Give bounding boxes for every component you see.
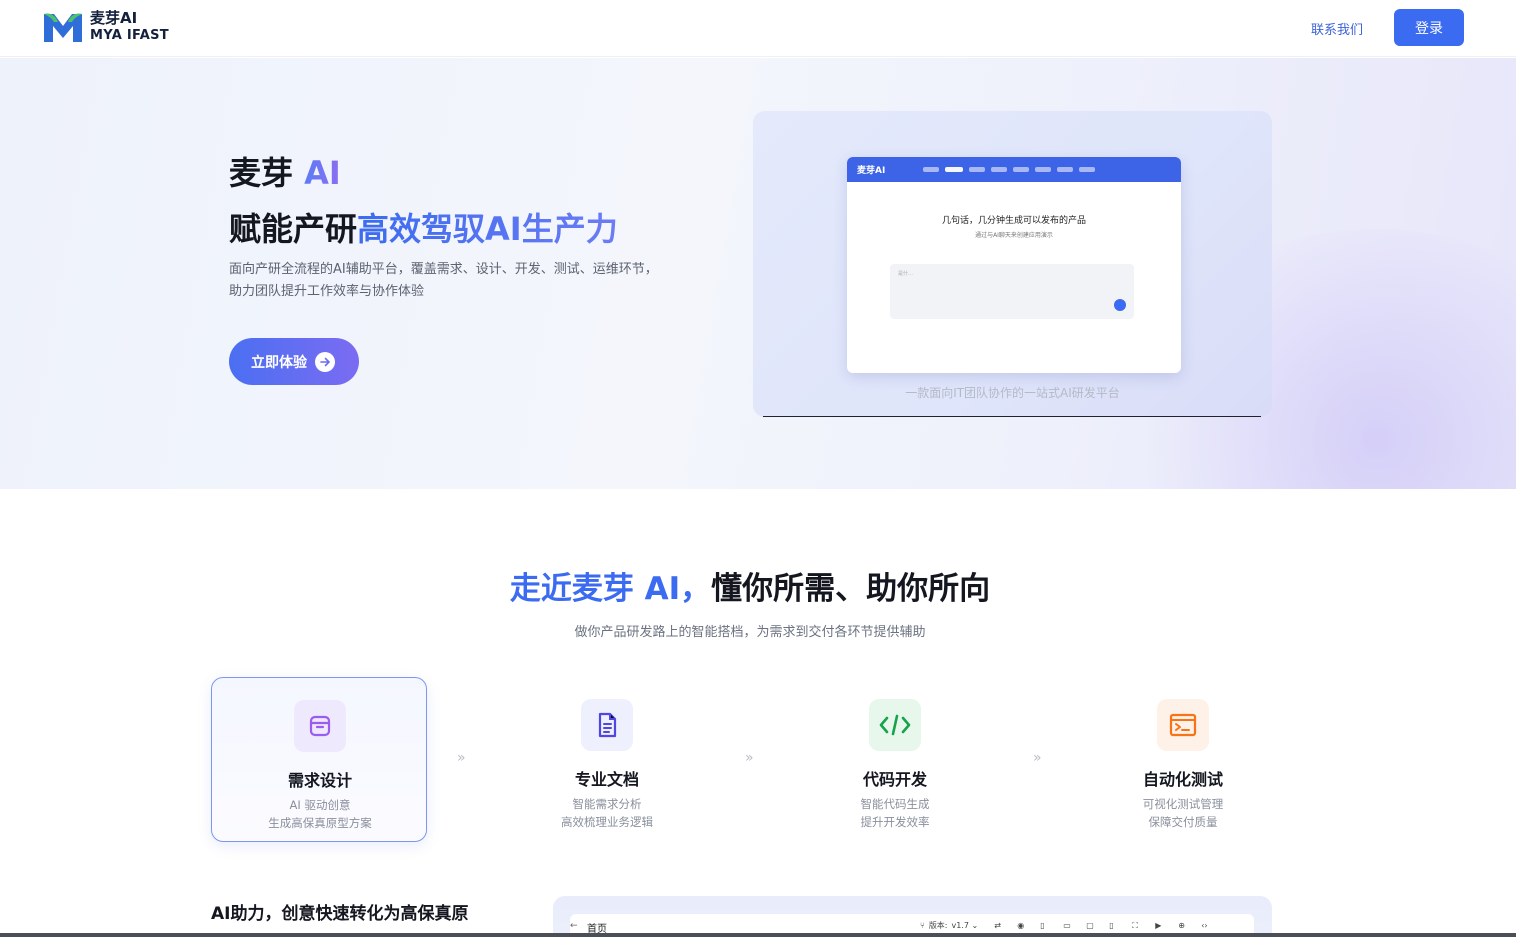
logo-icon <box>44 13 82 42</box>
brand-logo[interactable]: 麦芽AI MYA IFAST <box>42 10 169 44</box>
section-title-highlight: 走近麦芽 AI， <box>509 571 712 607</box>
try-now-button[interactable]: 立即体验 <box>229 338 359 385</box>
feature-title: 专业文档 <box>574 770 639 789</box>
preview-nav-item <box>1079 167 1096 172</box>
branch-icon: ⑂ <box>920 921 925 930</box>
hero-section: 麦芽 AI 赋能产研高效驾驭AI生产力 面向产研全流程的AI辅助平台，覆盖需求、… <box>0 58 1516 489</box>
back-arrow-icon[interactable]: ← <box>570 921 578 931</box>
window-bottom-edge <box>0 933 1516 937</box>
divider <box>763 416 1261 417</box>
arrow-right-icon <box>315 351 335 372</box>
preview-caption: 一款面向IT团队协作的一站式AI研发平台 <box>905 386 1120 400</box>
feature-desc: 提升开发效率 <box>860 815 930 829</box>
hero-tagline: 赋能产研高效驾驭AI生产力 <box>229 204 618 250</box>
file-icon[interactable]: ▯ <box>1040 921 1049 930</box>
toolbar-actions: ⑂ 版本: v1.7 ⌄ ⇄ ◉ ▯ ▭ ▢ ▯ ⛶ ▶ ⊕ ‹› <box>920 920 1224 931</box>
code-icon <box>869 699 921 751</box>
hero-description: 面向产研全流程的AI辅助平台，覆盖需求、设计、开发、测试、运维环节， 助力团队提… <box>229 259 709 303</box>
prototype-section-heading: AI助力，创意快速转化为高保真原 <box>211 904 469 924</box>
document-icon <box>581 699 633 751</box>
feature-title: 代码开发 <box>862 770 927 789</box>
chevron-right-icon: » <box>457 750 466 766</box>
preview-nav-item <box>945 167 964 172</box>
try-now-label: 立即体验 <box>251 354 307 371</box>
hero-title: 麦芽 AI <box>229 148 341 194</box>
feature-card-docs[interactable]: 专业文档 智能需求分析 高效梳理业务逻辑 <box>499 677 715 842</box>
chevron-right-icon: » <box>745 750 754 766</box>
swap-icon[interactable]: ⇄ <box>994 921 1003 930</box>
preview-nav-item <box>991 167 1008 172</box>
box-icon <box>294 700 346 752</box>
product-preview: 麦芽AI 几句话，几分钟生成可以发布的产品 通过与AI聊天来创建应用演示 是什… <box>753 111 1272 417</box>
contact-us-link[interactable]: 联系我们 <box>1311 19 1363 38</box>
prototype-preview-panel: ← 首页 ⑂ 版本: v1.7 ⌄ ⇄ ◉ ▯ ▭ ▢ ▯ ⛶ ▶ ⊕ ‹› <box>553 896 1272 937</box>
preview-nav-item <box>1057 167 1074 172</box>
feature-desc: 可视化测试管理 <box>1142 797 1224 811</box>
hero-tagline-prefix: 赋能产研 <box>229 210 358 248</box>
hero-title-prefix: 麦芽 <box>229 154 305 192</box>
feature-desc: 高效梳理业务逻辑 <box>561 815 653 829</box>
section-title-rest: 懂你所需、助你所向 <box>711 571 991 607</box>
feature-card-code[interactable]: 代码开发 智能代码生成 提升开发效率 <box>787 677 1003 842</box>
feature-title: 需求设计 <box>287 771 352 790</box>
version-select[interactable]: v1.7 ⌄ <box>952 921 979 930</box>
feature-title: 自动化测试 <box>1142 770 1223 789</box>
logo-subtitle: MYA IFAST <box>90 28 169 43</box>
fullscreen-icon[interactable]: ⛶ <box>1132 921 1141 930</box>
feature-desc: 生成高保真原型方案 <box>268 816 372 830</box>
hero-description-line: 面向产研全流程的AI辅助平台，覆盖需求、设计、开发、测试、运维环节， <box>229 262 658 277</box>
section-subtitle: 做你产品研发路上的智能搭档，为需求到交付各环节提供辅助 <box>574 625 926 640</box>
preview-nav-items <box>923 167 1101 172</box>
preview-nav-item <box>1035 167 1052 172</box>
chevron-right-icon: » <box>1033 750 1042 766</box>
hero-tagline-highlight: 高效驾驭AI生产力 <box>357 210 618 248</box>
preview-subheading: 通过与AI聊天来创建应用演示 <box>975 232 1053 239</box>
login-button[interactable]: 登录 <box>1394 9 1464 46</box>
preview-chat-input: 是什… <box>890 264 1134 319</box>
hero-title-ai: AI <box>304 154 341 192</box>
feature-desc: 智能需求分析 <box>572 797 642 811</box>
mobile-icon[interactable]: ▯ <box>1109 921 1118 930</box>
send-icon <box>1114 299 1126 311</box>
preview-nav-item <box>969 167 986 172</box>
preview-heading: 几句话，几分钟生成可以发布的产品 <box>941 216 1086 226</box>
preview-navbar: 麦芽AI <box>847 157 1181 182</box>
logo-title: 麦芽AI <box>90 9 138 27</box>
code-view-icon[interactable]: ‹› <box>1201 921 1210 930</box>
feature-card-testing[interactable]: 自动化测试 可视化测试管理 保障交付质量 <box>1075 677 1291 842</box>
feature-desc: 保障交付质量 <box>1148 815 1218 829</box>
terminal-icon <box>1157 699 1209 751</box>
preview-nav-item <box>1013 167 1030 172</box>
preview-placeholder: 是什… <box>898 271 914 277</box>
top-navbar: 麦芽AI MYA IFAST 联系我们 登录 <box>0 0 1516 57</box>
hero-description-line: 助力团队提升工作效率与协作体验 <box>229 284 425 299</box>
preview-screenshot: 麦芽AI 几句话，几分钟生成可以发布的产品 通过与AI聊天来创建应用演示 是什… <box>847 157 1181 373</box>
feature-desc: AI 驱动创意 <box>289 798 351 812</box>
eye-icon[interactable]: ◉ <box>1017 921 1026 930</box>
play-icon[interactable]: ▶ <box>1155 921 1164 930</box>
feature-card-requirements[interactable]: 需求设计 AI 驱动创意 生成高保真原型方案 <box>211 677 427 842</box>
feature-desc: 智能代码生成 <box>860 797 930 811</box>
target-icon[interactable]: ⊕ <box>1178 921 1187 930</box>
preview-nav-item <box>923 167 940 172</box>
section-title: 走近麦芽 AI，懂你所需、助你所向 <box>0 563 1500 608</box>
version-label: 版本: <box>928 921 948 930</box>
preview-logo: 麦芽AI <box>857 166 886 176</box>
tablet-icon[interactable]: ▢ <box>1086 921 1095 930</box>
desktop-icon[interactable]: ▭ <box>1063 921 1072 930</box>
